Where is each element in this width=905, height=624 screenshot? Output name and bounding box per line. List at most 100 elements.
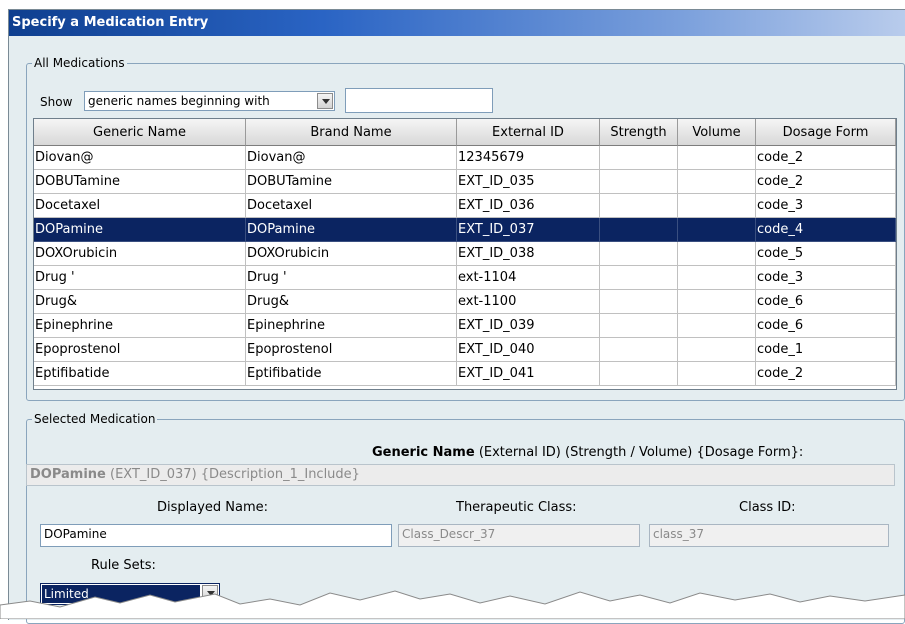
table-cell: EXT_ID_041 bbox=[457, 362, 600, 386]
table-cell: DOXOrubicin bbox=[34, 242, 246, 266]
table-cell: DOPamine bbox=[246, 218, 457, 242]
table-cell: code_6 bbox=[756, 314, 896, 338]
table-cell: EXT_ID_035 bbox=[457, 170, 600, 194]
table-cell bbox=[600, 362, 678, 386]
table-cell: Epinephrine bbox=[34, 314, 246, 338]
table-cell bbox=[678, 194, 756, 218]
table-cell bbox=[678, 338, 756, 362]
chevron-down-icon[interactable] bbox=[317, 93, 333, 109]
table-cell: ext-1100 bbox=[457, 290, 600, 314]
table-cell bbox=[678, 290, 756, 314]
column-header[interactable]: Strength bbox=[600, 119, 678, 146]
table-row[interactable]: Epinephrine Epinephrine EXT_ID_039 code_6 bbox=[34, 314, 896, 338]
table-cell: code_4 bbox=[756, 218, 896, 242]
therapeutic-class-value: Class_Descr_37 bbox=[402, 527, 496, 541]
table-row[interactable]: Drug& Drug& ext-1100 code_6 bbox=[34, 290, 896, 314]
name-format-label: Generic Name (External ID) (Strength / V… bbox=[372, 445, 803, 460]
show-label: Show bbox=[40, 95, 73, 109]
table-cell bbox=[600, 218, 678, 242]
table-cell bbox=[600, 194, 678, 218]
therapeutic-class-field: Class_Descr_37 bbox=[398, 524, 640, 547]
column-header[interactable]: Generic Name bbox=[34, 119, 246, 146]
table-cell bbox=[600, 242, 678, 266]
table-cell: DOBUTamine bbox=[246, 170, 457, 194]
table-row[interactable]: DOBUTamine DOBUTamine EXT_ID_035 code_2 bbox=[34, 170, 896, 194]
filter-text-input[interactable] bbox=[345, 88, 493, 113]
table-cell bbox=[600, 170, 678, 194]
table-row[interactable]: Docetaxel Docetaxel EXT_ID_036 code_3 bbox=[34, 194, 896, 218]
table-cell: code_3 bbox=[756, 194, 896, 218]
table-cell: Drug ' bbox=[246, 266, 457, 290]
table-cell: code_2 bbox=[756, 362, 896, 386]
table-cell: Drug& bbox=[34, 290, 246, 314]
class-id-field: class_37 bbox=[649, 524, 889, 547]
table-cell: EXT_ID_039 bbox=[457, 314, 600, 338]
selected-name-rest: (EXT_ID_037) {Description_1_Include} bbox=[105, 467, 360, 482]
column-header[interactable]: Volume bbox=[678, 119, 756, 146]
table-cell: code_2 bbox=[756, 170, 896, 194]
table-cell: code_2 bbox=[756, 146, 896, 170]
table-cell bbox=[678, 170, 756, 194]
selected-name-bold: DOPamine bbox=[30, 467, 106, 482]
filter-mode-value: generic names beginning with bbox=[88, 94, 270, 108]
table-cell bbox=[678, 218, 756, 242]
filter-mode-select[interactable]: generic names beginning with bbox=[84, 91, 335, 111]
table-cell: Diovan@ bbox=[34, 146, 246, 170]
table-cell bbox=[678, 266, 756, 290]
table-cell bbox=[600, 266, 678, 290]
displayed-name-label: Displayed Name: bbox=[157, 500, 269, 515]
table-row[interactable]: Eptifibatide Eptifibatide EXT_ID_041 code_2 bbox=[34, 362, 896, 386]
class-id-label: Class ID: bbox=[739, 500, 796, 515]
rule-sets-label: Rule Sets: bbox=[91, 558, 156, 573]
table-cell bbox=[600, 314, 678, 338]
column-header[interactable]: Brand Name bbox=[246, 119, 457, 146]
table-cell: code_1 bbox=[756, 338, 896, 362]
table-cell: Epoprostenol bbox=[246, 338, 457, 362]
table-cell bbox=[600, 146, 678, 170]
class-id-value: class_37 bbox=[653, 527, 705, 541]
all-medications-legend: All Medications bbox=[34, 56, 125, 70]
table-row[interactable]: Diovan@ Diovan@ 12345679 code_2 bbox=[34, 146, 896, 170]
table-cell: EXT_ID_037 bbox=[457, 218, 600, 242]
torn-edge-decoration bbox=[0, 590, 905, 619]
title-bar: Specify a Medication Entry bbox=[9, 10, 905, 36]
displayed-name-input[interactable]: DOPamine bbox=[40, 524, 392, 547]
column-header[interactable]: External ID bbox=[457, 119, 600, 146]
table-cell bbox=[600, 290, 678, 314]
table-cell: ext-1104 bbox=[457, 266, 600, 290]
table-cell: code_3 bbox=[756, 266, 896, 290]
column-header[interactable]: Dosage Form bbox=[756, 119, 896, 146]
table-cell: Eptifibatide bbox=[246, 362, 457, 386]
medications-table[interactable]: Generic Name Brand Name External ID Strengt… bbox=[33, 118, 897, 390]
table-cell bbox=[678, 146, 756, 170]
table-cell bbox=[600, 338, 678, 362]
table-cell: 12345679 bbox=[457, 146, 600, 170]
table-cell: Eptifibatide bbox=[34, 362, 246, 386]
table-cell bbox=[678, 314, 756, 338]
table-cell: Drug& bbox=[246, 290, 457, 314]
selected-medication-full-name: DOPamine (EXT_ID_037) {Description_1_Inc… bbox=[26, 464, 895, 486]
selected-medication-legend: Selected Medication bbox=[34, 412, 156, 426]
table-cell: DOBUTamine bbox=[34, 170, 246, 194]
window-title: Specify a Medication Entry bbox=[12, 15, 209, 30]
table-cell: code_6 bbox=[756, 290, 896, 314]
table-cell: Docetaxel bbox=[34, 194, 246, 218]
table-cell: EXT_ID_040 bbox=[457, 338, 600, 362]
table-row[interactable]: Epoprostenol Epoprostenol EXT_ID_040 code_1 bbox=[34, 338, 896, 362]
table-cell: EXT_ID_038 bbox=[457, 242, 600, 266]
table-row[interactable]: DOXOrubicin DOXOrubicin EXT_ID_038 code_5 bbox=[34, 242, 896, 266]
table-cell: DOPamine bbox=[34, 218, 246, 242]
name-format-rest: (External ID) (Strength / Volume) {Dosag… bbox=[474, 445, 804, 460]
table-row[interactable]: Drug ' Drug ' ext-1104 code_3 bbox=[34, 266, 896, 290]
table-cell bbox=[678, 362, 756, 386]
name-format-bold: Generic Name bbox=[372, 445, 475, 460]
table-cell bbox=[678, 242, 756, 266]
table-cell: Diovan@ bbox=[246, 146, 457, 170]
displayed-name-value: DOPamine bbox=[44, 527, 107, 541]
table-cell: DOXOrubicin bbox=[246, 242, 457, 266]
table-row[interactable]: DOPamine DOPamine EXT_ID_037 code_4 bbox=[34, 218, 896, 242]
table-cell: Docetaxel bbox=[246, 194, 457, 218]
table-cell: Epinephrine bbox=[246, 314, 457, 338]
therapeutic-class-label: Therapeutic Class: bbox=[456, 500, 577, 515]
table-cell: EXT_ID_036 bbox=[457, 194, 600, 218]
